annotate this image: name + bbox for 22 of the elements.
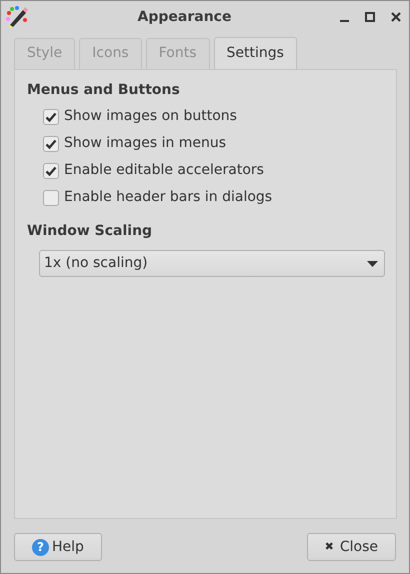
app-icon (5, 5, 29, 29)
help-icon: ? (32, 538, 49, 556)
checkbox[interactable] (43, 136, 59, 152)
help-button[interactable]: ? Help (14, 533, 102, 561)
tab[interactable]: Settings (214, 37, 297, 69)
checkbox[interactable] (43, 108, 59, 124)
dropdown-value: 1x (no scaling) (44, 254, 148, 273)
caret-icon (367, 260, 378, 266)
close-icon[interactable] (391, 12, 401, 22)
maximize-icon[interactable] (365, 12, 375, 22)
dropdown[interactable]: 1x (no scaling) (39, 250, 385, 277)
checkbox-label: Enable editable accelerators (64, 161, 264, 180)
checkbox[interactable] (43, 162, 59, 178)
checkbox-label: Show images in menus (64, 134, 226, 153)
section-heading: Window Scaling (27, 222, 154, 241)
checkbox-label: Show images on buttons (64, 107, 237, 126)
window-title: Appearance (136, 8, 232, 26)
close-icon: ✖ (324, 538, 334, 556)
checkbox-label: Enable header bars in dialogs (64, 188, 272, 207)
section-heading: Menus and Buttons (27, 81, 181, 100)
checkbox[interactable] (43, 190, 59, 206)
close-button[interactable]: ✖ Close (306, 533, 396, 561)
